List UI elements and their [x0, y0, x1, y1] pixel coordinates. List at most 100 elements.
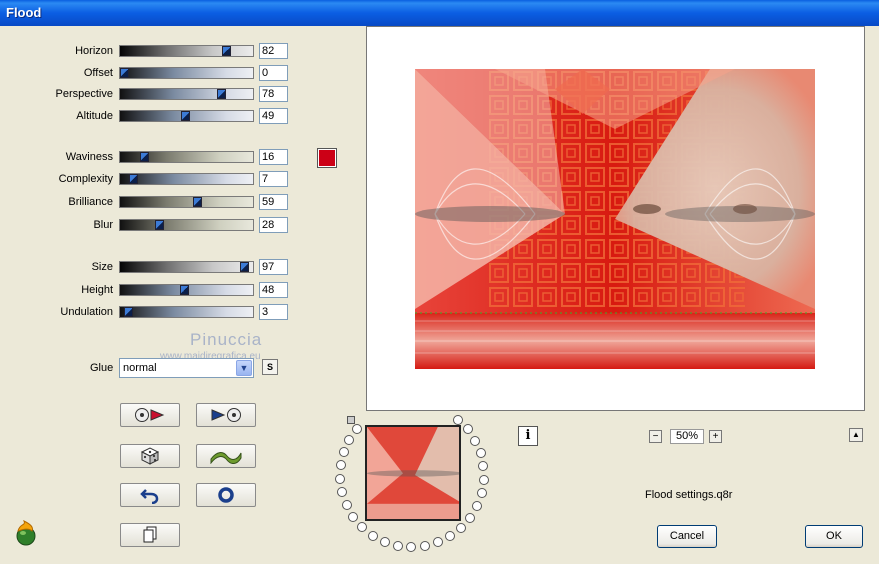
slider-label: Height — [81, 284, 113, 296]
plugin-logo-icon — [12, 519, 40, 547]
navigator-dot — [471, 501, 482, 512]
slider-track-perspective[interactable] — [119, 88, 254, 100]
slider-value-input[interactable]: 0 — [259, 65, 288, 81]
undo-button[interactable] — [120, 483, 180, 507]
preview-image — [415, 69, 815, 369]
slider-label: Blur — [93, 219, 113, 231]
thumbnail-handle[interactable] — [347, 416, 355, 424]
slider-thumb[interactable] — [140, 152, 149, 162]
slider-value-input[interactable]: 16 — [259, 149, 288, 165]
title-bar: Flood — [0, 0, 879, 26]
slider-track-horizon[interactable] — [119, 45, 254, 57]
slider-track-blur[interactable] — [119, 219, 254, 231]
glue-select[interactable]: normal ▼ — [119, 358, 254, 378]
navigator-dot — [348, 511, 359, 522]
forward-disc-icon — [211, 408, 241, 422]
slider-value-input[interactable]: 82 — [259, 43, 288, 59]
slider-value-input[interactable]: 7 — [259, 171, 288, 187]
undo-icon — [140, 489, 159, 504]
preview-pane[interactable] — [366, 26, 865, 411]
navigator-dot — [455, 522, 466, 533]
slider-value-input[interactable]: 49 — [259, 108, 288, 124]
slider-track-undulation[interactable] — [119, 306, 254, 318]
preview-artwork — [415, 69, 815, 369]
cancel-button[interactable]: Cancel — [657, 525, 717, 548]
chevron-up-icon: ▲ — [852, 430, 860, 439]
copy-icon — [143, 526, 157, 543]
slider-label: Undulation — [60, 306, 113, 318]
navigator-dot — [419, 540, 430, 551]
settings-filename: Flood settings.q8r — [645, 489, 733, 501]
slider-thumb[interactable] — [217, 89, 226, 99]
info-button[interactable]: i — [518, 426, 538, 446]
navigator-dot — [335, 460, 346, 471]
slider-track-height[interactable] — [119, 284, 254, 296]
random-button[interactable] — [120, 444, 180, 468]
slider-value-input[interactable]: 28 — [259, 217, 288, 233]
slider-thumb[interactable] — [129, 174, 138, 184]
navigator-dot — [357, 522, 368, 533]
wave-button[interactable] — [196, 444, 256, 468]
navigator-dot — [393, 540, 403, 551]
slider-thumb[interactable] — [222, 46, 231, 56]
navigator-dot — [433, 537, 444, 548]
slider-thumb[interactable] — [120, 68, 129, 78]
slider-thumb[interactable] — [124, 307, 133, 317]
chevron-down-icon[interactable]: ▼ — [236, 360, 252, 376]
ok-button[interactable]: OK — [805, 525, 863, 548]
thumbnail-artwork — [367, 427, 459, 519]
slider-label: Waviness — [65, 151, 113, 163]
navigator-dot — [478, 461, 489, 472]
slider-label: Brilliance — [68, 196, 113, 208]
navigator-dot — [338, 447, 349, 458]
glue-value: normal — [123, 362, 157, 374]
slider-track-size[interactable] — [119, 261, 254, 273]
rewind-disc-icon — [135, 408, 165, 422]
navigator-dot — [475, 448, 486, 459]
color-swatch[interactable] — [317, 148, 337, 168]
slider-thumb[interactable] — [193, 197, 202, 207]
navigator-dot — [445, 531, 456, 542]
minus-icon: − — [652, 431, 659, 442]
navigator-dot — [462, 424, 473, 435]
slider-track-complexity[interactable] — [119, 173, 254, 185]
slider-label: Size — [91, 261, 113, 273]
navigator-dot — [464, 512, 475, 523]
slider-track-brilliance[interactable] — [119, 196, 254, 208]
slider-value-input[interactable]: 48 — [259, 282, 288, 298]
slider-thumb[interactable] — [240, 262, 249, 272]
next-preset-button[interactable] — [196, 403, 256, 427]
slider-track-altitude[interactable] — [119, 110, 254, 122]
watermark-name: Pinuccia — [190, 330, 263, 349]
prev-preset-button[interactable] — [120, 403, 180, 427]
zoom-in-button[interactable]: + — [709, 430, 722, 443]
dialog-client: Horizon 82 Offset 0 Perspective 78 Altitude 49 W… — [0, 26, 879, 564]
slider-value-input[interactable]: 97 — [259, 259, 288, 275]
navigator-dot — [344, 434, 355, 445]
s-button[interactable]: S — [262, 359, 278, 375]
slider-thumb[interactable] — [155, 220, 164, 230]
zoom-level: 50% — [670, 429, 704, 444]
navigator-dot — [470, 435, 481, 446]
navigator-thumbnail[interactable] — [365, 425, 461, 521]
zoom-out-button[interactable]: − — [649, 430, 662, 443]
navigator-dot — [337, 487, 348, 498]
slider-track-offset[interactable] — [119, 67, 254, 79]
slider-label: Perspective — [55, 88, 113, 100]
copy-button[interactable] — [120, 523, 180, 547]
slider-value-input[interactable]: 3 — [259, 304, 288, 320]
reset-button[interactable] — [196, 483, 256, 507]
slider-value-input[interactable]: 59 — [259, 194, 288, 210]
slider-thumb[interactable] — [181, 111, 190, 121]
plus-icon: + — [712, 431, 719, 442]
navigator-dot — [453, 414, 464, 425]
dice-icon — [140, 447, 160, 465]
slider-thumb[interactable] — [180, 285, 189, 295]
navigator-dot — [478, 475, 489, 486]
ring-icon — [218, 487, 234, 503]
window-title: Flood — [6, 5, 42, 20]
collapse-button[interactable]: ▲ — [849, 428, 863, 442]
slider-value-input[interactable]: 78 — [259, 86, 288, 102]
slider-track-waviness[interactable] — [119, 151, 254, 163]
navigator-dot — [341, 500, 352, 511]
